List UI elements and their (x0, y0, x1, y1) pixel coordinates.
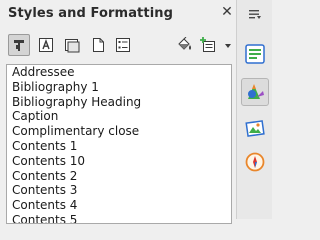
list-item[interactable]: Contents 5 (7, 213, 231, 223)
navigator-icon[interactable] (241, 148, 269, 176)
list-item[interactable]: Bibliography Heading (7, 95, 231, 110)
list-item[interactable]: Bibliography 1 (7, 80, 231, 95)
panel-title: Styles and Formatting (8, 6, 174, 21)
fill-format-mode-icon[interactable] (174, 34, 196, 56)
chevron-down-icon[interactable] (224, 42, 232, 50)
styles-formatting-panel: Styles and Formatting ✕ Addressee Biblio… (0, 0, 236, 224)
sidebar-deck (236, 0, 272, 219)
gallery-icon[interactable] (241, 114, 269, 142)
styles-list[interactable]: Addressee Bibliography 1 Bibliography He… (6, 64, 232, 224)
close-icon[interactable]: ✕ (220, 5, 234, 19)
list-item[interactable]: Contents 3 (7, 183, 231, 198)
properties-icon[interactable] (241, 40, 269, 68)
list-item[interactable]: Addressee (7, 65, 231, 80)
list-item[interactable]: Contents 1 (7, 139, 231, 154)
list-item[interactable]: Contents 4 (7, 198, 231, 213)
paragraph-styles-icon[interactable] (8, 34, 30, 56)
list-item[interactable]: Complimentary close (7, 124, 231, 139)
list-styles-icon[interactable] (112, 34, 134, 56)
character-styles-icon[interactable] (35, 34, 57, 56)
styles-icon[interactable] (241, 78, 269, 106)
styles-toolbar (0, 33, 236, 59)
frame-styles-icon[interactable] (61, 34, 83, 56)
new-style-icon[interactable] (198, 34, 220, 56)
page-styles-icon[interactable] (87, 34, 109, 56)
sidebar-menu-icon[interactable] (249, 9, 261, 19)
list-item[interactable]: Caption (7, 109, 231, 124)
list-item[interactable]: Contents 10 (7, 154, 231, 169)
list-item[interactable]: Contents 2 (7, 169, 231, 184)
